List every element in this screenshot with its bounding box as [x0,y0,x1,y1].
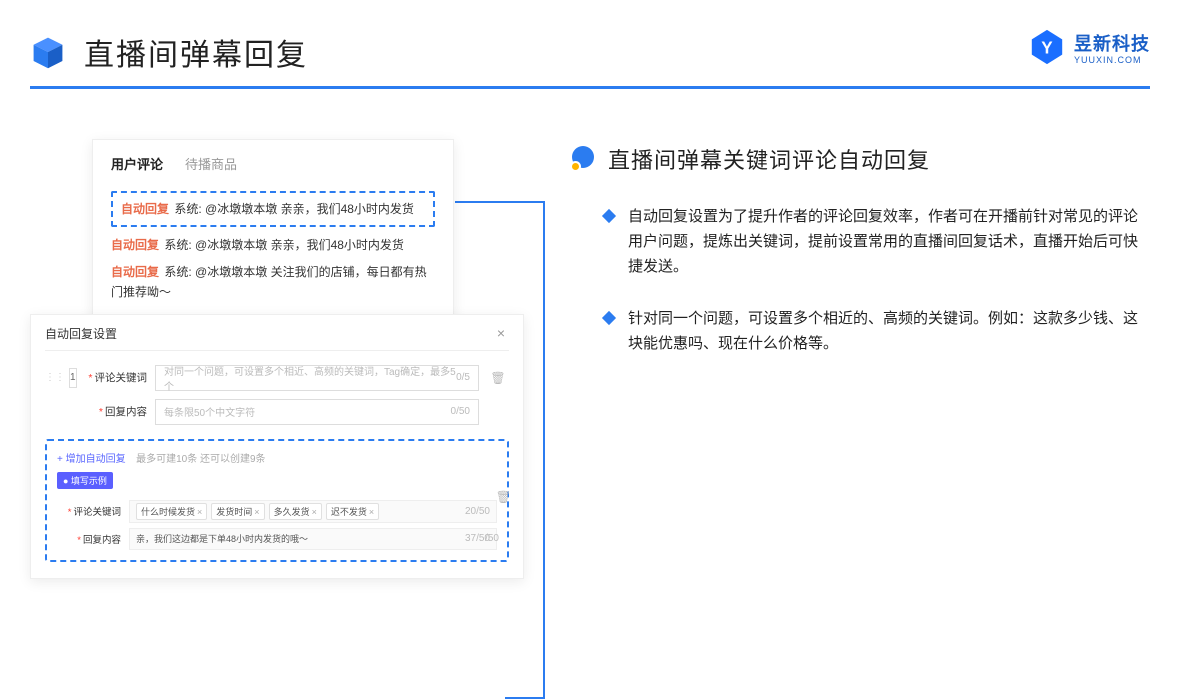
highlighted-comment: 自动回复 系统: @冰墩墩本墩 亲亲，我们48小时内发货 [111,191,435,227]
add-hint: 最多可建10条 还可以创建9条 [136,454,265,465]
svg-text:Y: Y [1041,39,1053,58]
list-item: 自动回复 系统: @冰墩墩本墩 关注我们的店铺，每日都有热门推荐呦～ [111,262,435,303]
comments-card: 用户评论 待播商品 自动回复 系统: @冰墩墩本墩 亲亲，我们48小时内发货 自… [92,139,454,324]
outer-counter: /50 [485,533,499,544]
bullet-text: 自动回复设置为了提升作者的评论回复效率，作者可在开播前针对常见的评论用户问题，提… [628,205,1150,279]
brand-sub: YUUXIN.COM [1074,56,1150,65]
example-box: + 增加自动回复 最多可建10条 还可以创建9条 ● 填写示例 *评论关键词 什… [45,439,509,562]
outer-delete-icon[interactable]: 🗑 [496,490,511,504]
auto-reply-settings-card: 自动回复设置 × ⋮⋮ 1 *评论关键词 对同一个问题，可设置多个相近、高频的关键… [30,314,524,579]
tab-user-comments[interactable]: 用户评论 [111,154,163,173]
cube-icon [30,34,66,70]
drag-handle-icon[interactable]: ⋮⋮ [45,372,65,383]
keyword-input[interactable]: 对同一个问题，可设置多个相近、高频的关键词，Tag确定，最多5个 0/5 [155,365,479,391]
system-label: 系统: [174,202,201,216]
brand-name: 昱新科技 [1074,30,1150,56]
section-bullet-icon [570,146,596,172]
section-title: 直播间弹幕关键词评论自动回复 [608,143,930,175]
content-input[interactable]: 每条限50个中文字符 0/50 [155,399,479,425]
example-content-input[interactable]: 亲，我们这边都是下单48小时内发货的哦～ 37/50 [129,528,497,550]
tag[interactable]: 什么时候发货× [136,503,207,520]
add-auto-reply-link[interactable]: + 增加自动回复 [57,454,126,465]
delete-icon[interactable]: 🗑 [487,371,509,385]
page-title: 直播间弹幕回复 [84,30,308,74]
counter: 0/50 [451,406,470,417]
settings-title: 自动回复设置 [45,325,117,342]
tab-pending-products[interactable]: 待播商品 [185,154,237,173]
placeholder-text: 每条限50个中文字符 [164,404,255,419]
auto-reply-tag: 自动回复 [121,202,169,216]
brand-icon: Y [1028,28,1066,66]
bullet-item: 自动回复设置为了提升作者的评论回复效率，作者可在开播前针对常见的评论用户问题，提… [604,205,1150,279]
example-content-label: *回复内容 [57,532,121,546]
tag[interactable]: 多久发货× [269,503,322,520]
counter: 0/5 [456,372,470,383]
example-keyword-label: *评论关键词 [57,504,121,518]
bullet-item: 针对同一个问题，可设置多个相近的、高频的关键词。例如：这款多少钱、这块能优惠吗、… [604,307,1150,357]
keyword-label: *评论关键词 [83,370,147,385]
diamond-icon [602,209,616,223]
index-box: 1 [69,368,77,388]
system-label: 系统: [164,238,191,252]
placeholder-text: 对同一个问题，可设置多个相近、高频的关键词，Tag确定，最多5个 [164,363,456,393]
tag[interactable]: 迟不发货× [326,503,379,520]
example-content-text: 亲，我们这边都是下单48小时内发货的哦～ [136,532,308,545]
list-item: 自动回复 系统: @冰墩墩本墩 亲亲，我们48小时内发货 [121,199,425,219]
system-label: 系统: [164,265,191,279]
brand: Y 昱新科技 YUUXIN.COM [1028,28,1150,66]
content-label: *回复内容 [83,404,147,419]
bullet-text: 针对同一个问题，可设置多个相近的、高频的关键词。例如：这款多少钱、这块能优惠吗、… [628,307,1150,357]
comment-text: @冰墩墩本墩 亲亲，我们48小时内发货 [195,238,404,252]
close-icon[interactable]: × [493,325,509,341]
counter: 20/50 [465,506,490,517]
example-badge: ● 填写示例 [57,472,113,489]
tag[interactable]: 发货时间× [211,503,264,520]
comment-text: @冰墩墩本墩 亲亲，我们48小时内发货 [205,202,414,216]
auto-reply-tag: 自动回复 [111,265,159,279]
example-keyword-input[interactable]: 什么时候发货× 发货时间× 多久发货× 迟不发货× 20/50 [129,500,497,523]
diamond-icon [602,311,616,325]
auto-reply-tag: 自动回复 [111,238,159,252]
list-item: 自动回复 系统: @冰墩墩本墩 亲亲，我们48小时内发货 [111,235,435,255]
